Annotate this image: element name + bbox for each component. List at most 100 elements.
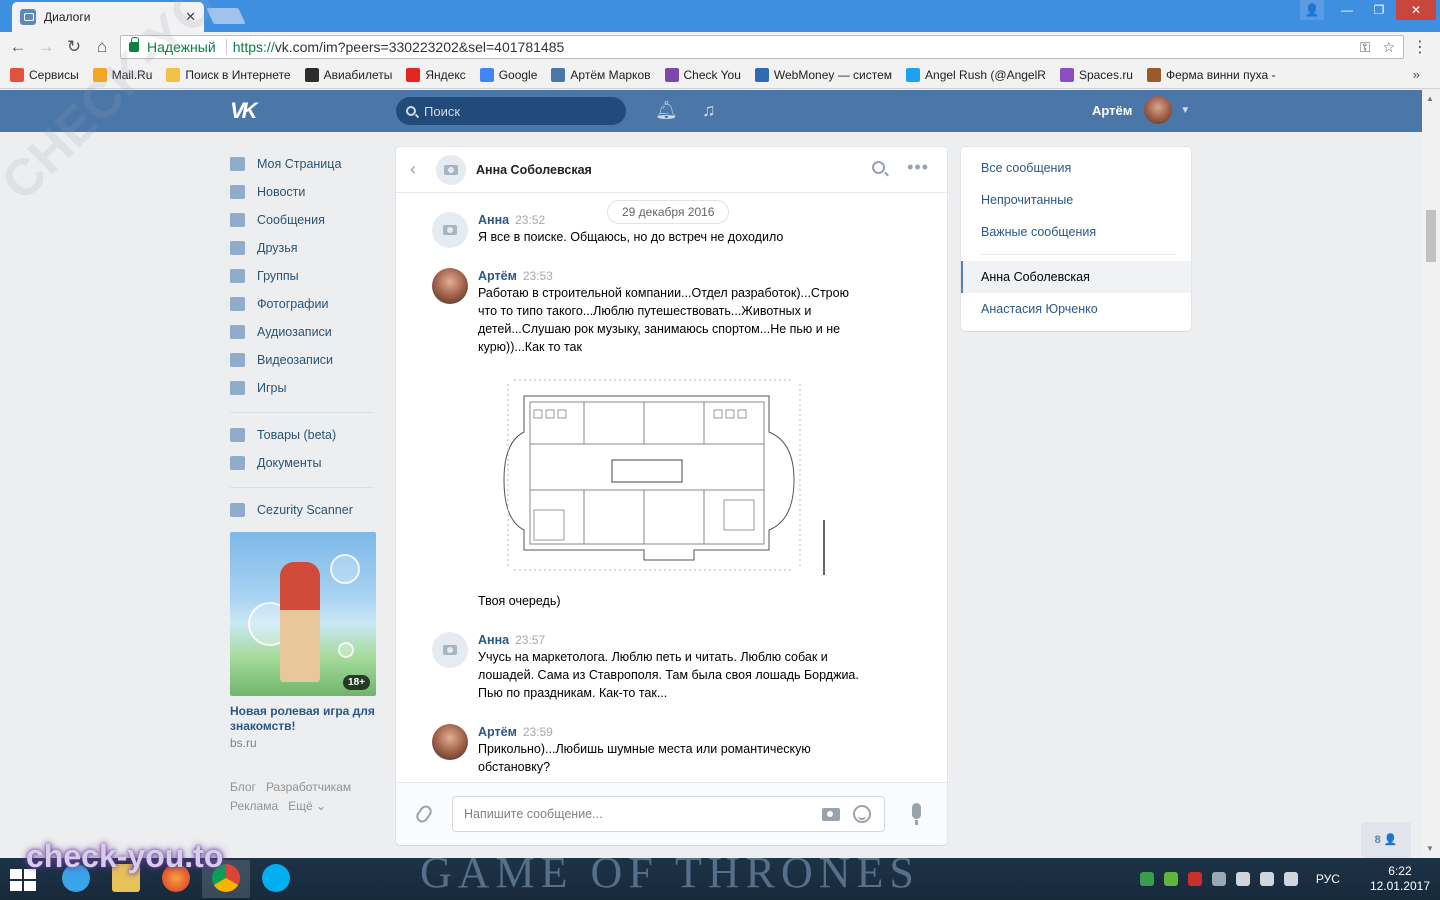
windows-start-icon[interactable] <box>10 869 36 891</box>
forward-arrow-icon[interactable]: → <box>36 37 56 57</box>
bookmark-item[interactable]: Google <box>479 68 537 82</box>
close-window-button[interactable]: ✕ <box>1396 0 1436 20</box>
network-icon[interactable] <box>1259 872 1274 886</box>
footer-developers-link[interactable]: Разработчикам <box>266 780 351 794</box>
bookmark-item[interactable]: Сервисы <box>10 68 79 82</box>
firefox-taskbar-icon[interactable] <box>152 860 200 898</box>
dialog-item[interactable]: Анна Соболевская <box>961 261 1191 293</box>
browser-menu-icon[interactable]: ⋮ <box>1412 37 1428 57</box>
sidebar-item[interactable]: Сообщения <box>230 206 378 234</box>
search-input[interactable] <box>424 103 604 119</box>
chat-title[interactable]: Анна Соболевская <box>476 163 592 177</box>
header-search[interactable] <box>396 97 626 125</box>
bookmark-item[interactable]: Авиабилеты <box>304 68 392 82</box>
bookmark-item[interactable]: Check You <box>664 68 741 82</box>
message-author[interactable]: Анна <box>478 633 509 647</box>
bookmark-item[interactable]: Яндекс <box>406 68 466 82</box>
bell-icon[interactable]: 🔔︎ <box>655 100 678 121</box>
footer-more-link[interactable]: Ещё ⌄ <box>288 799 326 813</box>
music-note-icon[interactable]: ♫ <box>702 100 716 121</box>
footer-blog-link[interactable]: Блог <box>230 780 256 794</box>
scroll-down-icon[interactable]: ▼ <box>1426 844 1434 853</box>
sender-avatar[interactable] <box>432 724 468 760</box>
sidebar-item[interactable]: Моя Страница <box>230 150 378 178</box>
sidebar-item[interactable]: Фотографии <box>230 290 378 318</box>
page-scrollbar[interactable]: ▲ ▼ <box>1422 90 1440 858</box>
profile-icon[interactable]: 👤 <box>1300 0 1324 20</box>
contact-avatar[interactable] <box>436 154 466 185</box>
restore-button[interactable]: ❐ <box>1364 0 1394 20</box>
floorplan-attachment[interactable] <box>494 370 828 580</box>
photos-icon <box>230 297 245 311</box>
bookmark-item[interactable]: Mail.Ru <box>92 68 152 82</box>
back-arrow-icon[interactable]: ← <box>8 37 28 57</box>
more-dots-icon[interactable]: ••• <box>907 157 929 178</box>
volume-icon[interactable] <box>1283 872 1298 886</box>
ad-image[interactable]: 18+ <box>230 532 376 696</box>
dialog-item[interactable]: Анастасия Юрченко <box>961 293 1191 325</box>
tray-app-icon[interactable] <box>1163 872 1178 886</box>
bookmark-item[interactable]: Поиск в Интернете <box>166 68 291 82</box>
clock[interactable]: 6:22 12.01.2017 <box>1370 864 1430 894</box>
friends-icon <box>230 241 245 255</box>
bookmark-item[interactable]: Spaces.ru <box>1059 68 1133 82</box>
sidebar-item[interactable]: Новости <box>230 178 378 206</box>
bookmark-favicon-icon <box>304 68 319 82</box>
bookmark-favicon-icon <box>166 68 181 82</box>
browser-tab[interactable]: Диалоги ✕ <box>12 2 204 32</box>
sender-avatar[interactable] <box>432 212 468 248</box>
user-menu[interactable]: Артём ▼ <box>1092 96 1190 124</box>
sidebar-item[interactable]: Cezurity Scanner <box>230 496 378 524</box>
key-icon[interactable]: ⚿ <box>1360 39 1371 56</box>
message-author[interactable]: Анна <box>478 213 509 227</box>
reload-icon[interactable]: ↻ <box>64 37 84 57</box>
tray-app-icon[interactable] <box>1139 872 1154 886</box>
vk-logo[interactable]: VK <box>230 98 266 123</box>
scroll-up-icon[interactable]: ▲ <box>1426 94 1434 103</box>
bookmark-star-icon[interactable]: ☆ <box>1382 39 1395 56</box>
skype-taskbar-icon[interactable] <box>252 860 300 898</box>
online-counter[interactable]: 8 👤 <box>1361 822 1411 858</box>
scroll-thumb[interactable] <box>1426 210 1436 262</box>
chrome-taskbar-icon[interactable] <box>202 860 250 898</box>
camera-icon[interactable] <box>822 808 840 821</box>
explorer-taskbar-icon[interactable] <box>102 860 150 898</box>
address-bar[interactable]: Надежный https:// vk.com/im?peers=330223… <box>120 35 1404 59</box>
sidebar-item[interactable]: Документы <box>230 449 378 477</box>
message-input[interactable] <box>452 796 885 832</box>
folder-item[interactable]: Непрочитанные <box>961 184 1191 216</box>
ad-title[interactable]: Новая ролевая игра для знакомств! <box>230 704 378 734</box>
sidebar-item[interactable]: Аудиозаписи <box>230 318 378 346</box>
sender-avatar[interactable] <box>432 268 468 304</box>
sidebar-item[interactable]: Видеозаписи <box>230 346 378 374</box>
sidebar-item[interactable]: Друзья <box>230 234 378 262</box>
tray-up-arrow-icon[interactable] <box>1211 872 1226 886</box>
flag-icon[interactable] <box>1235 872 1250 886</box>
new-tab-button[interactable] <box>206 8 246 24</box>
bookmarks-more-icon[interactable]: » <box>1413 67 1420 82</box>
back-chevron-icon[interactable]: ‹ <box>410 159 424 180</box>
tray-app-icon[interactable] <box>1187 872 1202 886</box>
minimize-button[interactable]: — <box>1332 0 1362 20</box>
bookmark-item[interactable]: Ферма винни пуха - <box>1146 68 1275 82</box>
ie-taskbar-icon[interactable] <box>52 860 100 898</box>
folder-item[interactable]: Все сообщения <box>961 152 1191 184</box>
sidebar-item[interactable]: Игры <box>230 374 378 402</box>
footer-ads-link[interactable]: Реклама <box>230 799 278 813</box>
sidebar-item[interactable]: Товары (beta) <box>230 421 378 449</box>
emoji-icon[interactable] <box>853 805 871 823</box>
folder-item[interactable]: Важные сообщения <box>961 216 1191 248</box>
bookmark-item[interactable]: Angel Rush (@AngelR <box>906 68 1046 82</box>
sidebar-item[interactable]: Группы <box>230 262 378 290</box>
tab-close-icon[interactable]: ✕ <box>185 9 196 25</box>
search-icon[interactable] <box>872 161 885 174</box>
message-author[interactable]: Артём <box>478 725 517 739</box>
paperclip-icon[interactable] <box>413 803 435 825</box>
sender-avatar[interactable] <box>432 632 468 668</box>
home-icon[interactable]: ⌂ <box>92 37 112 57</box>
bookmark-item[interactable]: Артём Марков <box>551 68 651 82</box>
language-indicator[interactable]: РУС <box>1316 872 1340 886</box>
bookmark-item[interactable]: WebMoney — систем <box>754 68 892 82</box>
microphone-icon[interactable] <box>912 803 921 825</box>
message-author[interactable]: Артём <box>478 269 517 283</box>
